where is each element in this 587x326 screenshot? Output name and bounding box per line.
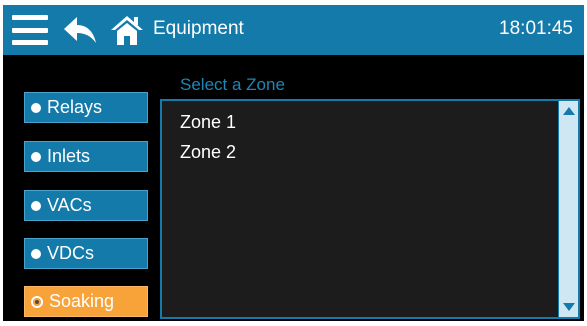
radio-icon [31,102,41,113]
clock: 18:01:45 [499,18,573,39]
nav-button-label: VDCs [47,243,95,263]
nav-button-inlets[interactable]: Inlets [24,141,148,172]
scrollbar[interactable] [558,101,578,317]
menu-icon[interactable] [12,15,48,45]
zone-item[interactable]: Zone 1 [180,112,236,133]
scroll-down-icon[interactable] [563,303,575,311]
zone-item[interactable]: Zone 2 [180,142,236,163]
zone-list-header: Select a Zone [180,75,285,94]
radio-icon [31,248,41,259]
nav-button-vacs[interactable]: VACs [24,190,148,221]
nav-button-soaking[interactable]: Soaking [24,286,148,317]
page-title: Equipment [153,18,244,39]
back-arrow-icon[interactable] [63,15,97,45]
radio-icon [31,151,41,162]
scroll-up-icon[interactable] [563,107,575,115]
nav-button-label: Relays [47,97,103,117]
nav-button-label: Soaking [49,291,115,311]
nav-button-relays[interactable]: Relays [24,92,148,123]
zone-list[interactable]: Zone 1 Zone 2 [160,99,580,319]
nav-button-vdcs[interactable]: VDCs [24,238,148,269]
nav-button-label: VACs [47,195,92,215]
top-bar: Equipment 18:01:45 [3,5,584,55]
nav-button-label: Inlets [47,146,91,166]
radio-selected-icon [31,295,43,308]
radio-icon [31,200,41,211]
screen: Equipment 18:01:45 Relays Inlets VACs VD… [3,5,584,321]
home-icon[interactable] [109,13,145,47]
